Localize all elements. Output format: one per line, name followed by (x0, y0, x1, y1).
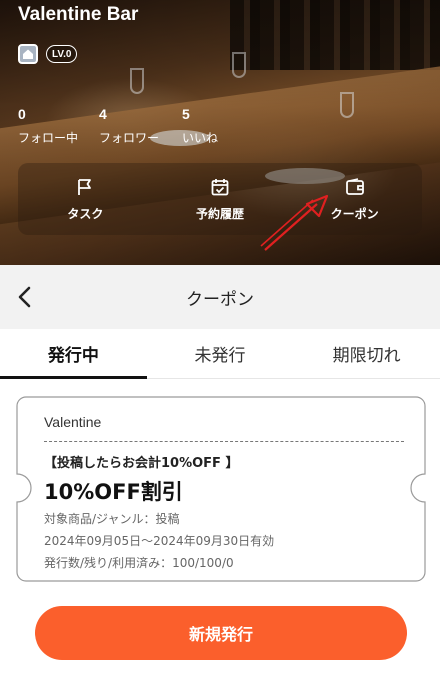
stat-value: 5 (182, 106, 190, 122)
coupon-label: クーポン (330, 206, 379, 221)
stat-following[interactable]: 0 フォロー中 (18, 104, 78, 146)
task-label: タスク (67, 206, 104, 221)
coupon-tabs: 発行中 未発行 期限切れ (0, 329, 440, 379)
flag-icon (78, 178, 92, 195)
coupon-headline: 【投稿したらお会計10%OFF 】 (44, 456, 239, 471)
page-title: クーポン (186, 289, 254, 310)
badges: LV.0 (18, 44, 78, 64)
store-icon (18, 44, 38, 64)
stat-label: いいね (182, 131, 219, 145)
back-chevron-icon[interactable] (12, 283, 40, 311)
coupon-card[interactable]: Valentine 【投稿したらお会計10%OFF 】 10%OFF割引 対象商… (16, 396, 426, 582)
wallet-icon (345, 177, 364, 195)
tab-issued[interactable]: 発行中 (0, 329, 147, 379)
coupon-title: 10%OFF割引 (44, 480, 183, 504)
tab-expired[interactable]: 期限切れ (293, 329, 440, 378)
coupon-validity: 2024年09月05日～2024年09月30日有効 (44, 534, 275, 548)
stat-followers[interactable]: 4 フォロワー (99, 104, 159, 146)
coupon-store-name: Valentine (44, 414, 102, 430)
tab-unissued[interactable]: 未発行 (147, 329, 294, 378)
stat-value: 4 (99, 106, 107, 122)
stat-value: 0 (18, 106, 26, 122)
page-header: クーポン (0, 265, 440, 329)
red-arrow-annotation (260, 194, 329, 251)
bar-name: Valentine Bar (18, 4, 139, 25)
coupon-category: 対象商品/ジャンル：投稿 (44, 512, 180, 526)
stat-label: フォロー中 (18, 131, 79, 145)
task-button[interactable]: タスク (18, 163, 153, 235)
new-issue-button[interactable]: 新規発行 (35, 606, 407, 660)
coupon-counts: 発行数/残り/利用済み：100/100/0 (44, 556, 234, 570)
coupon-divider (44, 441, 404, 442)
level-badge: LV.0 (46, 45, 78, 63)
calendar-check-icon (211, 178, 229, 195)
profile-actions: タスク 予約履歴 クーポン (18, 163, 422, 235)
reservation-history-label: 予約履歴 (196, 206, 245, 221)
stat-likes[interactable]: 5 いいね (182, 104, 218, 146)
stat-label: フォロワー (99, 131, 160, 145)
